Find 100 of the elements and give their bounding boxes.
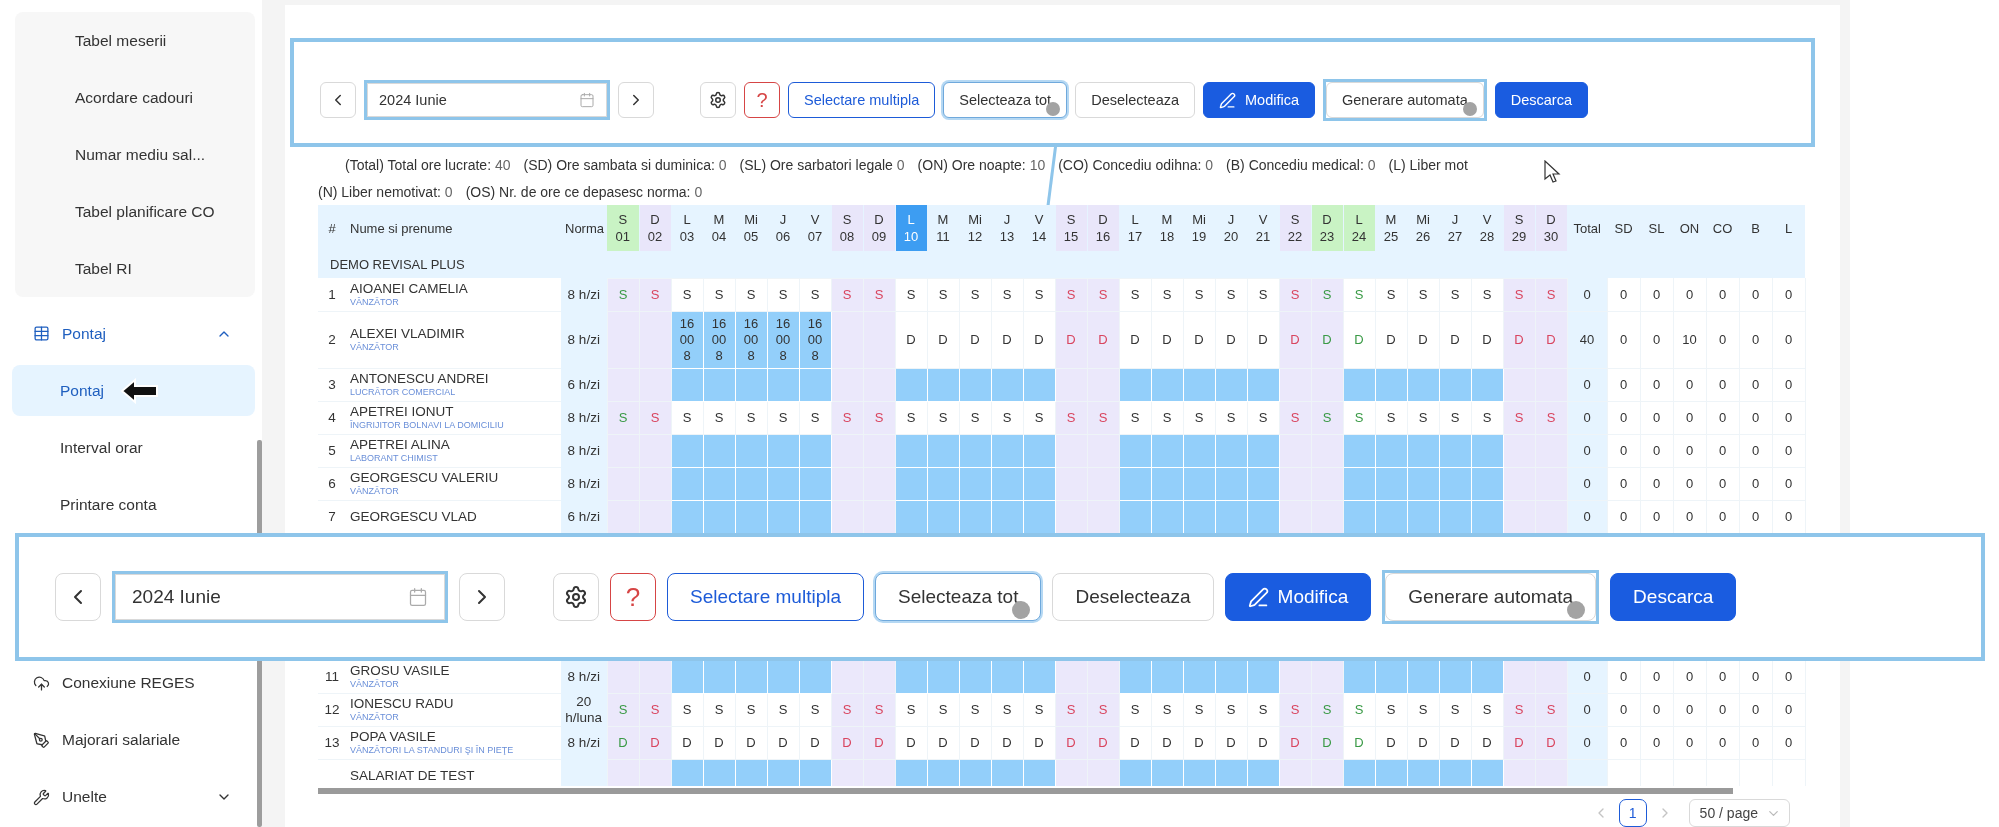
day-header[interactable]: M 18 [1151,205,1183,251]
day-cell[interactable]: D [1471,311,1503,368]
day-cell[interactable]: D [959,311,991,368]
day-header[interactable]: D 16 [1087,205,1119,251]
menu-item[interactable]: Tabel RI [15,240,255,297]
day-header[interactable]: L 17 [1119,205,1151,251]
day-cell[interactable]: D [991,311,1023,368]
day-cell[interactable]: D [895,311,927,368]
day-header[interactable]: Mi 19 [1183,205,1215,251]
toolbar-button[interactable]: Deselecteaza [1052,573,1214,621]
menu-item[interactable]: Pontaj [12,365,255,416]
day-header[interactable]: M 25 [1375,205,1407,251]
date-field[interactable]: 2024 Iunie [115,574,445,620]
day-cell[interactable]: D [1503,311,1535,368]
day-header[interactable]: J 27 [1439,205,1471,251]
day-header[interactable]: Mi 12 [959,205,991,251]
settings-button[interactable] [553,573,599,621]
menu-item[interactable]: Printare conta [12,479,255,530]
previous-button[interactable] [320,82,356,118]
menu-item[interactable]: Majorari salariale [0,722,254,758]
day-cell[interactable]: S [735,278,767,311]
toolbar-button[interactable]: Selectare multipla [788,82,936,118]
toolbar-button[interactable]: Selectare multipla [667,573,865,621]
day-cell[interactable]: D [1151,311,1183,368]
day-cell[interactable]: S [1119,278,1151,311]
page-button[interactable]: 1 [1618,799,1647,827]
settings-button[interactable] [700,82,736,118]
day-header[interactable]: S 22 [1279,205,1311,251]
help-button[interactable]: ? [610,573,656,621]
menu-group[interactable]: Pontaj [0,305,262,362]
day-cell[interactable]: D [1215,311,1247,368]
help-button[interactable]: ? [744,82,780,118]
day-cell[interactable]: S [1151,278,1183,311]
day-cell[interactable] [831,311,863,368]
day-cell[interactable]: D [927,311,959,368]
day-cell[interactable]: S [991,278,1023,311]
day-cell[interactable]: 16 00 8 [767,311,799,368]
day-cell[interactable]: S [799,278,831,311]
day-header[interactable]: D 02 [639,205,671,251]
day-cell[interactable] [863,311,895,368]
toolbar-button[interactable]: Descarca [1494,82,1588,118]
day-header[interactable]: V 14 [1023,205,1055,251]
day-header[interactable]: J 06 [767,205,799,251]
day-cell[interactable] [607,759,639,787]
day-cell[interactable]: S [1535,278,1567,311]
day-cell[interactable]: 16 00 8 [799,311,831,368]
day-header[interactable]: S 08 [831,205,863,251]
day-header[interactable]: M 04 [703,205,735,251]
day-header[interactable]: Mi 05 [735,205,767,251]
day-cell[interactable]: S [1343,278,1375,311]
next-button[interactable] [459,573,505,621]
toolbar-button[interactable]: Selecteaza tot [875,573,1042,621]
day-header[interactable]: S 01 [607,205,639,251]
previous-button[interactable] [55,573,101,621]
day-header[interactable]: L 24 [1343,205,1375,251]
day-cell[interactable]: 16 00 8 [671,311,703,368]
day-cell[interactable]: D [1087,311,1119,368]
day-cell[interactable]: S [767,278,799,311]
day-cell[interactable]: S [1183,278,1215,311]
day-header[interactable]: S 29 [1503,205,1535,251]
day-cell[interactable]: D [1279,311,1311,368]
day-cell[interactable]: S [1087,278,1119,311]
day-header[interactable]: M 11 [927,205,959,251]
day-cell[interactable]: 16 00 8 [703,311,735,368]
toolbar-button[interactable]: Selecteaza tot [943,82,1068,118]
day-cell[interactable] [639,311,671,368]
day-cell[interactable] [607,500,639,533]
menu-item[interactable]: Tabel meserii [15,12,255,69]
day-header[interactable]: S 15 [1055,205,1087,251]
day-cell[interactable]: S [1279,278,1311,311]
next-button[interactable] [618,82,654,118]
toolbar-button[interactable]: Deselecteaza [1075,82,1195,118]
day-header[interactable]: D 09 [863,205,895,251]
day-header[interactable]: D 23 [1311,205,1343,251]
day-header[interactable]: V 28 [1471,205,1503,251]
menu-item[interactable]: Tabel planificare CO [15,183,255,240]
day-cell[interactable]: S [959,278,991,311]
day-cell[interactable]: S [1471,278,1503,311]
day-cell[interactable]: D [1343,311,1375,368]
toolbar-button[interactable]: Descarca [1610,573,1737,621]
day-cell[interactable]: 16 00 8 [735,311,767,368]
day-cell[interactable]: D [1183,311,1215,368]
day-cell[interactable]: S [831,278,863,311]
day-cell[interactable]: S [1375,278,1407,311]
day-header[interactable]: D 30 [1535,205,1567,251]
day-header[interactable]: L 03 [671,205,703,251]
day-cell[interactable]: S [1023,278,1055,311]
day-cell[interactable]: D [1375,311,1407,368]
day-header[interactable]: J 20 [1215,205,1247,251]
menu-item[interactable]: Interval orar [12,422,255,473]
toolbar-button[interactable]: Generare automata [1385,573,1597,621]
day-cell[interactable]: D [1535,311,1567,368]
toolbar-button[interactable]: Generare automata [1326,82,1484,118]
day-cell[interactable]: S [1247,278,1279,311]
day-cell[interactable]: S [1407,278,1439,311]
day-cell[interactable]: D [1023,311,1055,368]
day-cell[interactable] [607,660,639,693]
day-cell[interactable]: S [1055,278,1087,311]
day-cell[interactable]: S [927,278,959,311]
menu-item[interactable]: Conexiune REGES [0,665,254,701]
